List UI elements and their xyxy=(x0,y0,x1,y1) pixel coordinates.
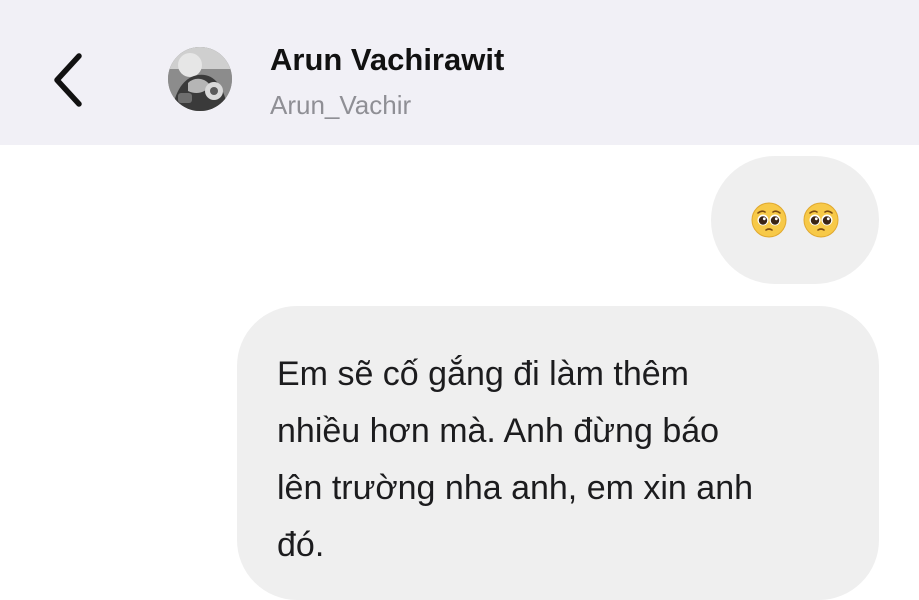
avatar-image xyxy=(168,47,232,111)
pleading-face-emoji-icon xyxy=(751,202,787,238)
chat-header: Arun Vachirawit Arun_Vachir xyxy=(0,0,919,145)
message-bubble-emoji[interactable] xyxy=(711,156,879,284)
message-text: Em sẽ cố gắng đi làm thêm nhiều hơn mà. … xyxy=(277,355,754,564)
back-button[interactable] xyxy=(40,48,96,112)
pleading-face-emoji-icon xyxy=(803,202,839,238)
avatar[interactable] xyxy=(168,47,232,111)
chevron-left-icon xyxy=(54,53,82,107)
contact-name: Arun Vachirawit xyxy=(270,42,505,77)
contact-handle: Arun_Vachir xyxy=(270,90,412,120)
chat-screen: Arun Vachirawit Arun_Vachir Em sẽ cố gắn… xyxy=(0,0,919,600)
message-bubble-text[interactable]: Em sẽ cố gắng đi làm thêm nhiều hơn mà. … xyxy=(237,306,879,600)
